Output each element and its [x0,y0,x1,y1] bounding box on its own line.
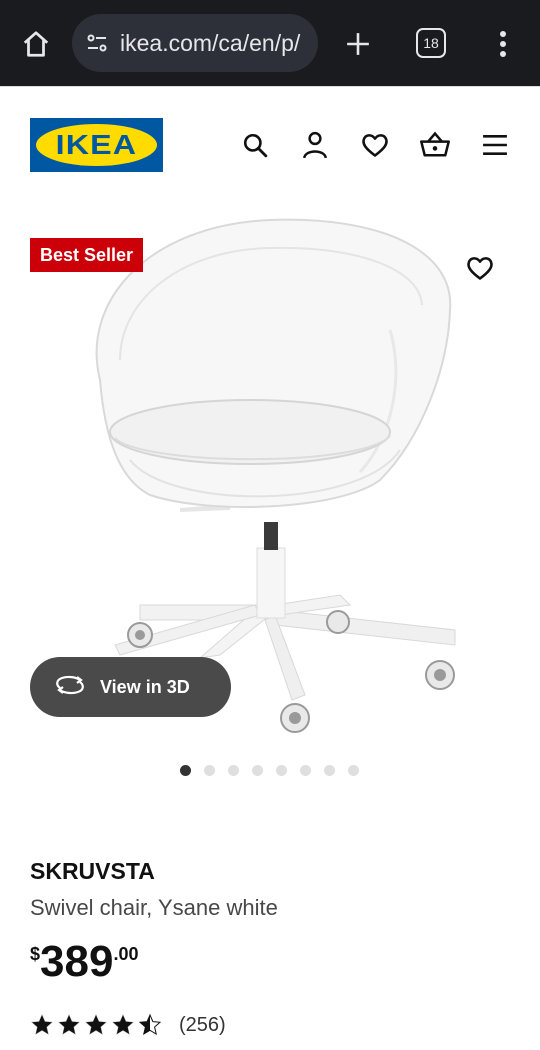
more-menu-icon[interactable] [488,24,518,64]
url-text[interactable]: ikea.com/ca/en/p/ [120,30,310,57]
rotate-3d-icon [54,674,86,701]
star-full-icon [84,1013,108,1036]
logo-text: IKEA [55,129,138,160]
star-full-icon [111,1013,135,1036]
new-tab-plus-icon[interactable] [338,24,378,64]
search-icon[interactable] [238,128,272,162]
carousel-dot[interactable] [204,765,215,776]
add-to-favourites-heart-icon[interactable] [462,250,498,286]
account-icon[interactable] [298,128,332,162]
shopping-basket-icon[interactable] [418,128,452,162]
star-half-icon [138,1013,162,1036]
ikea-logo[interactable]: IKEA [30,118,163,172]
tab-switcher-icon[interactable]: 18 [416,28,446,58]
product-description: Swivel chair, Ysane white [30,895,278,920]
best-seller-badge: Best Seller [30,238,144,272]
view-in-3d-button[interactable]: View in 3D [30,657,231,717]
image-carousel-dots [180,765,372,777]
rating-stars [30,1013,165,1037]
product-name: SKRUVSTA [30,858,155,884]
carousel-dot[interactable] [180,765,191,776]
hamburger-menu-icon[interactable] [478,128,512,162]
carousel-dot[interactable] [324,765,335,776]
price-decimal: .00 [113,944,139,964]
view-in-3d-label: View in 3D [100,676,190,697]
tab-count: 18 [423,35,439,51]
carousel-dot[interactable] [228,765,239,776]
header-divider [0,86,540,87]
browser-toolbar: ikea.com/ca/en/p/ 18 [0,0,540,86]
star-full-icon [57,1013,81,1036]
address-bar[interactable]: ikea.com/ca/en/p/ [72,14,318,72]
carousel-dot[interactable] [276,765,287,776]
price-integer: 389 [40,937,114,986]
site-settings-icon[interactable] [84,30,110,56]
price-currency: $ [30,944,41,964]
product-price: $ 389 .00 [30,938,138,986]
product-rating[interactable]: (256) [30,1013,226,1037]
carousel-dot[interactable] [348,765,359,776]
favourites-heart-icon[interactable] [358,128,392,162]
review-count[interactable]: (256) [179,1014,226,1037]
carousel-dot[interactable] [300,765,311,776]
logo-oval: IKEA [36,124,157,166]
carousel-dot[interactable] [252,765,263,776]
star-full-icon [30,1013,54,1036]
home-icon[interactable] [16,24,56,64]
